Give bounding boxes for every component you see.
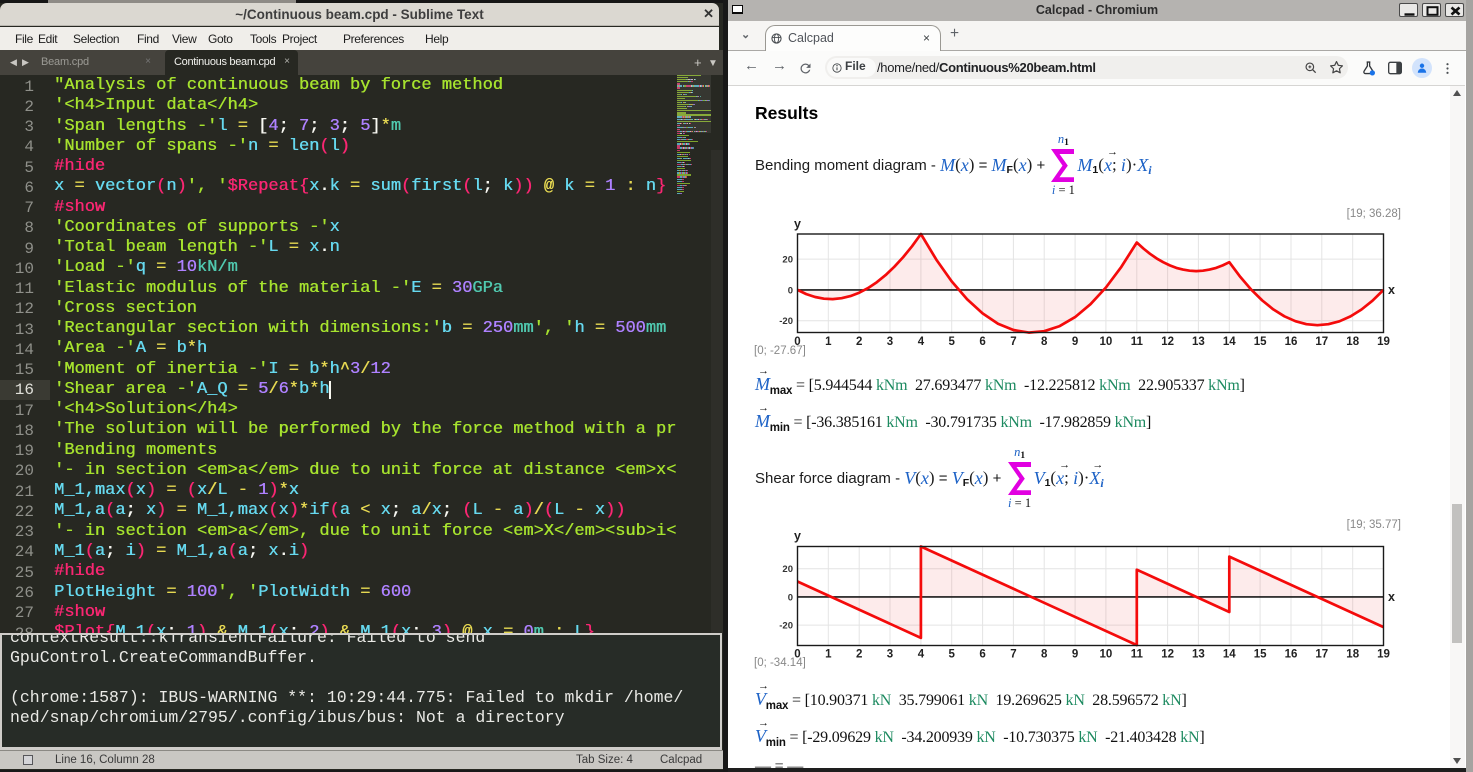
svg-text:y: y	[794, 217, 801, 231]
svg-text:13: 13	[1192, 649, 1205, 661]
svg-text:4: 4	[918, 336, 925, 348]
svg-text:x: x	[1388, 283, 1395, 297]
svg-text:16: 16	[1285, 649, 1298, 661]
svg-text:10: 10	[1100, 336, 1113, 348]
svg-text:14: 14	[1223, 649, 1236, 661]
svg-text:[0; -34.14]: [0; -34.14]	[754, 657, 806, 669]
svg-text:9: 9	[1072, 649, 1078, 661]
svg-text:6: 6	[979, 336, 985, 348]
svg-text:7: 7	[1010, 649, 1016, 661]
svg-text:19: 19	[1377, 336, 1390, 348]
svg-text:11: 11	[1131, 336, 1144, 348]
svg-text:8: 8	[1041, 649, 1048, 661]
svg-text:7: 7	[1010, 336, 1016, 348]
svg-text:5: 5	[948, 649, 955, 661]
svg-text:-20: -20	[779, 621, 793, 632]
svg-text:17: 17	[1315, 649, 1328, 661]
svg-text:3: 3	[887, 649, 893, 661]
svg-text:9: 9	[1072, 336, 1078, 348]
svg-text:14: 14	[1223, 336, 1236, 348]
svg-text:19: 19	[1377, 649, 1390, 661]
svg-text:1: 1	[825, 336, 832, 348]
svg-text:1: 1	[825, 649, 832, 661]
svg-text:20: 20	[782, 255, 793, 266]
svg-text:0: 0	[788, 285, 793, 296]
svg-text:2: 2	[856, 336, 862, 348]
svg-text:y: y	[794, 529, 801, 543]
svg-text:6: 6	[979, 649, 985, 661]
svg-text:5: 5	[948, 336, 955, 348]
svg-text:20: 20	[782, 564, 793, 575]
svg-text:0: 0	[788, 592, 793, 603]
svg-text:-20: -20	[779, 316, 793, 327]
svg-text:18: 18	[1346, 336, 1359, 348]
svg-text:3: 3	[887, 336, 893, 348]
svg-text:[19; 35.77]: [19; 35.77]	[1347, 519, 1401, 531]
svg-text:[0; -27.67]: [0; -27.67]	[754, 345, 806, 357]
svg-text:2: 2	[856, 649, 862, 661]
svg-text:13: 13	[1192, 336, 1205, 348]
svg-text:15: 15	[1254, 336, 1267, 348]
svg-text:12: 12	[1161, 649, 1174, 661]
svg-text:15: 15	[1254, 649, 1267, 661]
svg-text:[19; 36.28]: [19; 36.28]	[1347, 208, 1401, 220]
svg-text:18: 18	[1346, 649, 1359, 661]
svg-text:11: 11	[1131, 649, 1144, 661]
svg-text:12: 12	[1161, 336, 1174, 348]
svg-text:10: 10	[1100, 649, 1113, 661]
svg-text:17: 17	[1315, 336, 1328, 348]
svg-text:8: 8	[1041, 336, 1048, 348]
svg-text:x: x	[1388, 590, 1395, 604]
svg-text:16: 16	[1285, 336, 1298, 348]
svg-text:4: 4	[918, 649, 925, 661]
